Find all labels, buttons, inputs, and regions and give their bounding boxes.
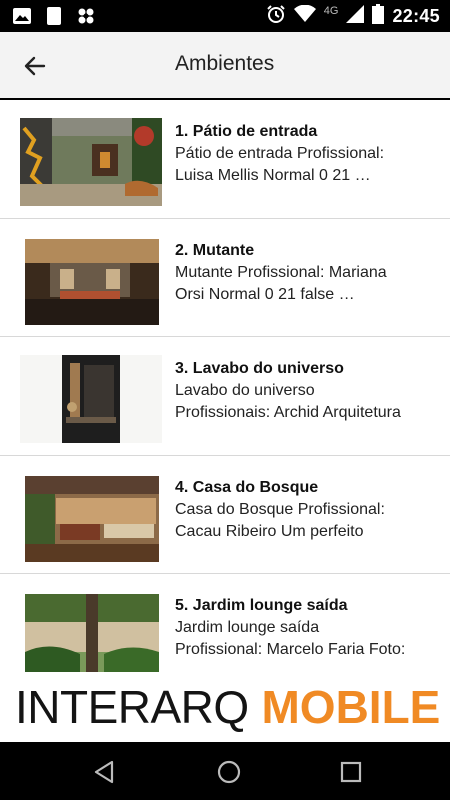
- notification-icons: [12, 6, 96, 26]
- moon-sim-icon: [44, 6, 64, 26]
- item-description: Jardim lounge saída Profissional: Marcel…: [175, 617, 437, 661]
- item-description: Lavabo do universo Profissionais: Archid…: [175, 380, 437, 424]
- thumbnail-lavabo: [20, 355, 162, 443]
- item-description: Pátio de entrada Profissional: Luisa Mel…: [175, 143, 437, 187]
- item-description: Mutante Profissional: Mariana Orsi Norma…: [175, 262, 437, 306]
- nav-back-button[interactable]: [84, 752, 124, 792]
- list-item[interactable]: 4. Casa do Bosque Casa do Bosque Profiss…: [0, 456, 450, 574]
- thumbnail-patio: [20, 118, 162, 206]
- item-title: 5. Jardim lounge saída: [175, 597, 348, 614]
- item-desc-line: Profissional: Marcelo Faria Foto:: [175, 641, 406, 658]
- list-item[interactable]: 3. Lavabo do universo Lavabo do universo…: [0, 337, 450, 456]
- clock: 22:45: [392, 6, 440, 26]
- thumbnail-mutante: [20, 236, 162, 325]
- item-desc-line: Pátio de entrada Profissional:: [175, 145, 385, 162]
- back-button[interactable]: [18, 49, 52, 83]
- item-desc-line: Mutante Profissional: Mariana: [175, 263, 387, 281]
- item-title: 1. Pátio de entrada: [175, 123, 318, 140]
- banner-mobile: MOBILE: [261, 681, 441, 733]
- item-title: 3. Lavabo do universo: [175, 360, 344, 377]
- alarm-icon: [266, 4, 286, 29]
- signal-icon: [346, 5, 365, 28]
- item-desc-line: Lavabo do universo: [175, 382, 315, 399]
- ambientes-list[interactable]: 1. Pátio de entrada Pátio de entrada Pro…: [0, 100, 450, 672]
- interarq-mobile-banner[interactable]: INTERARQ MOBILE: [0, 672, 450, 742]
- item-desc-line: Cacau Ribeiro Um perfeito: [175, 522, 364, 540]
- list-item[interactable]: 2. Mutante Mutante Profissional: Mariana…: [0, 219, 450, 337]
- network-type: 4G: [323, 4, 339, 17]
- battery-icon: [372, 4, 385, 29]
- item-description: Casa do Bosque Profissional: Cacau Ribei…: [175, 499, 437, 543]
- image-icon: [12, 6, 32, 26]
- banner-logo-text: INTERARQ MOBILE: [15, 684, 440, 730]
- status-bar: 4G 22:45: [0, 0, 450, 32]
- thumbnail-casa-bosque: [20, 473, 162, 562]
- nav-back-triangle-icon: [94, 760, 114, 784]
- list-item[interactable]: 1. Pátio de entrada Pátio de entrada Pro…: [0, 100, 450, 219]
- system-icons: 4G 22:45: [266, 4, 440, 29]
- nav-home-button[interactable]: [209, 752, 249, 792]
- banner-brand: INTERARQ: [15, 681, 249, 733]
- app-notification-icon: [76, 6, 96, 26]
- nav-home-circle-icon: [217, 760, 241, 784]
- app-bar: Ambientes: [0, 32, 450, 98]
- thumbnail-jardim: [20, 592, 162, 672]
- wifi-icon: [293, 4, 316, 28]
- item-desc-line: Orsi Normal 0 21 false …: [175, 285, 355, 303]
- list-item[interactable]: 5. Jardim lounge saída Jardim lounge saí…: [0, 574, 450, 672]
- item-desc-line: Casa do Bosque Profissional:: [175, 500, 385, 518]
- item-title: 2. Mutante: [175, 241, 255, 259]
- arrow-left-icon: [24, 56, 46, 76]
- item-desc-line: Profissionais: Archid Arquitetura: [175, 404, 401, 421]
- item-title: 4. Casa do Bosque: [175, 478, 319, 496]
- system-nav-bar: [0, 742, 450, 800]
- nav-recents-button[interactable]: [331, 752, 371, 792]
- page-title: Ambientes: [175, 52, 275, 75]
- item-desc-line: Luisa Mellis Normal 0 21 …: [175, 167, 371, 184]
- item-desc-line: Jardim lounge saída: [175, 619, 320, 636]
- nav-recents-square-icon: [340, 761, 362, 783]
